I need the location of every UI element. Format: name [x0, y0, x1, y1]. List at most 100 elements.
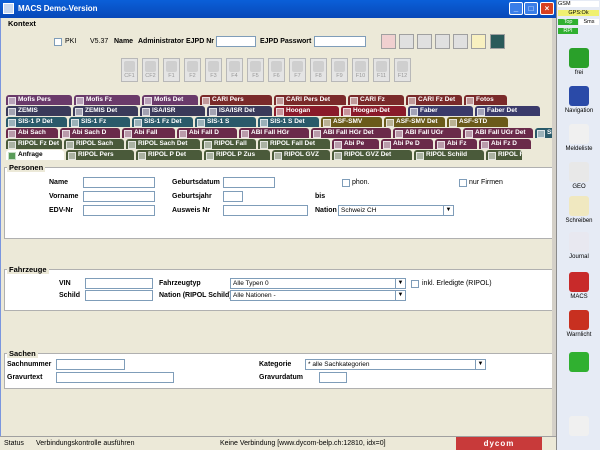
- tab-zemis[interactable]: ZEMIS: [6, 106, 71, 116]
- fkey-f1[interactable]: F1: [163, 58, 180, 82]
- sidebar-item-arrow-down[interactable]: [559, 352, 599, 374]
- fkey-cf1[interactable]: CF1: [121, 58, 138, 82]
- nation-ripol-select[interactable]: Alle Nationen - ▼: [230, 290, 406, 301]
- fkey-f12[interactable]: F12: [394, 58, 411, 82]
- sidebar-item-frei[interactable]: frei: [559, 48, 599, 76]
- fkey-f6[interactable]: F6: [268, 58, 285, 82]
- tab-sis-1-s-det[interactable]: SIS-1 S Det: [258, 117, 319, 127]
- tab-sis-1-p-det[interactable]: SIS-1 P Det: [6, 117, 67, 127]
- tab-abi-fall-hgr[interactable]: ABI Fall HGr: [239, 128, 309, 138]
- gravurdatum-input[interactable]: [319, 372, 347, 383]
- ausweis-nr-input[interactable]: [223, 205, 308, 216]
- fkey-f9[interactable]: F9: [331, 58, 348, 82]
- ejpd-login-icon[interactable]: [381, 34, 396, 49]
- fkey-cf2[interactable]: CF2: [142, 58, 159, 82]
- tab-ripol-schild[interactable]: RIPOL Schild: [414, 150, 484, 160]
- help-icon[interactable]: [453, 34, 468, 49]
- tab-sis-1-fz-det[interactable]: SIS-1 Fz Det: [132, 117, 193, 127]
- tab-abi-fall-d[interactable]: Abi Fall D: [177, 128, 237, 138]
- chevron-down-icon[interactable]: ▼: [395, 291, 405, 300]
- tab-hoogan[interactable]: Hoogan: [274, 106, 339, 116]
- tab-fotos[interactable]: Fotos: [464, 95, 507, 105]
- kategorie-select[interactable]: * alle Sachkategorien ▼: [305, 359, 486, 370]
- sidebar-item-navigation[interactable]: Navigation: [559, 86, 599, 114]
- geburtsdatum-input[interactable]: [223, 177, 275, 188]
- tab-ripol-gvz[interactable]: RIPOL GVZ: [272, 150, 330, 160]
- erledigte-checkbox[interactable]: [411, 280, 419, 288]
- status-text[interactable]: Verbindungskontrolle ausführen: [36, 440, 134, 447]
- tab-hoogan-det[interactable]: Hoogan-Det: [341, 106, 406, 116]
- exit-icon[interactable]: [490, 34, 505, 49]
- tab-ripol-fz-det[interactable]: RIPOL Fz Det: [6, 139, 62, 149]
- fkey-f7[interactable]: F7: [289, 58, 306, 82]
- edv-nr-input[interactable]: [83, 205, 155, 216]
- fkey-f3[interactable]: F3: [205, 58, 222, 82]
- ejpd-nr-input[interactable]: [216, 36, 256, 47]
- tab-ripol-gvz-det[interactable]: RIPOL GVZ Det: [332, 150, 412, 160]
- tab-ripol-sach-det[interactable]: RIPOL Sach Det: [126, 139, 200, 149]
- tab-isa-isr-det[interactable]: ISA/ISR Det: [207, 106, 272, 116]
- nur-firmen-checkbox[interactable]: [459, 179, 467, 187]
- sidebar-item-schreiben[interactable]: Schreiben: [559, 196, 599, 224]
- close-button[interactable]: ×: [540, 2, 554, 15]
- sachnummer-input[interactable]: [56, 359, 125, 370]
- sidebar-item-meldeliste[interactable]: Meldeliste: [559, 124, 599, 152]
- minimize-button[interactable]: _: [509, 2, 523, 15]
- sidebar-item-journal[interactable]: Journal: [559, 232, 599, 260]
- tab-ripol-p-zus[interactable]: RIPOL P Zus: [204, 150, 270, 160]
- tab-mofis-fz[interactable]: Mofis Fz: [74, 95, 140, 105]
- tab-abi-fz-d[interactable]: Abi Fz D: [479, 139, 531, 149]
- maximize-button[interactable]: □: [524, 2, 538, 15]
- fkey-f2[interactable]: F2: [184, 58, 201, 82]
- tab-asf-std[interactable]: ASF-STD: [447, 117, 508, 127]
- tab-abi-fall-ugr[interactable]: ABI Fall UGr: [393, 128, 461, 138]
- tab-abi-fall[interactable]: Abi Fall: [122, 128, 175, 138]
- phon-checkbox[interactable]: [342, 179, 350, 187]
- tab-mofis-pers[interactable]: Mofis Pers: [6, 95, 72, 105]
- toolbar-icon-3[interactable]: [417, 34, 432, 49]
- tab-ripol-fall[interactable]: RIPOL Fall: [202, 139, 256, 149]
- tab-asf-smv[interactable]: ASF-SMV: [321, 117, 382, 127]
- pki-checkbox[interactable]: [54, 38, 62, 46]
- tab-ripol-fz[interactable]: RIPOL Fz: [486, 150, 522, 160]
- tab-faber[interactable]: Faber: [408, 106, 473, 116]
- tab-abi-pe[interactable]: Abi Pe: [332, 139, 379, 149]
- tab-abi-fall-ugr-det[interactable]: ABI Fall UGr Det: [463, 128, 533, 138]
- tab-asf-smv-det[interactable]: ASF-SMV Det: [384, 117, 445, 127]
- toolbar-icon-2[interactable]: [399, 34, 414, 49]
- tab-ripol-sach[interactable]: RIPOL Sach: [64, 139, 124, 149]
- fkey-f11[interactable]: F11: [373, 58, 390, 82]
- tab-cari-fz-det[interactable]: CARI Fz Det: [406, 95, 462, 105]
- tab-sis-1-s[interactable]: SIS-1 S: [195, 117, 256, 127]
- vorname-input[interactable]: [83, 191, 155, 202]
- chevron-down-icon[interactable]: ▼: [395, 279, 405, 288]
- fkey-f8[interactable]: F8: [310, 58, 327, 82]
- document-icon[interactable]: [471, 34, 486, 49]
- chevron-down-icon[interactable]: ▼: [475, 360, 485, 369]
- chevron-down-icon[interactable]: ▼: [443, 206, 453, 215]
- fkey-f4[interactable]: F4: [226, 58, 243, 82]
- tab-zemis-det[interactable]: ZEMIS Det: [73, 106, 138, 116]
- fkey-f10[interactable]: F10: [352, 58, 369, 82]
- tab-cari-pers-det[interactable]: CARI Pers Det: [274, 95, 346, 105]
- tab-abi-sach-d[interactable]: Abi Sach D: [60, 128, 120, 138]
- tab-ripol-fall-det[interactable]: RIPOL Fall Det: [258, 139, 330, 149]
- tab-cari-pers[interactable]: CARI Pers: [200, 95, 272, 105]
- toolbar-icon-4[interactable]: [435, 34, 450, 49]
- tab-abi-pe-d[interactable]: Abi Pe D: [381, 139, 433, 149]
- fkey-f5[interactable]: F5: [247, 58, 264, 82]
- sidebar-item-warnlicht[interactable]: Warnlicht: [559, 310, 599, 338]
- nation-select[interactable]: Schweiz CH ▼: [338, 205, 454, 216]
- ejpd-passwort-input[interactable]: [314, 36, 366, 47]
- tab-cari-fz[interactable]: CARI Fz: [348, 95, 404, 105]
- geburtsjahr-input[interactable]: [223, 191, 243, 202]
- tab-ripol-p-det[interactable]: RIPOL P Det: [136, 150, 202, 160]
- tab-abi-sach[interactable]: Abi Sach: [6, 128, 58, 138]
- tab-abi-fz[interactable]: Abi Fz: [435, 139, 477, 149]
- gravurtext-input[interactable]: [56, 372, 174, 383]
- schild-input[interactable]: [85, 290, 153, 301]
- name-input[interactable]: [83, 177, 155, 188]
- tab-sis-1-fz[interactable]: SIS-1 Fz: [69, 117, 130, 127]
- fahrzeugtyp-select[interactable]: Alle Typen 0 ▼: [230, 278, 406, 289]
- vin-input[interactable]: [85, 278, 153, 289]
